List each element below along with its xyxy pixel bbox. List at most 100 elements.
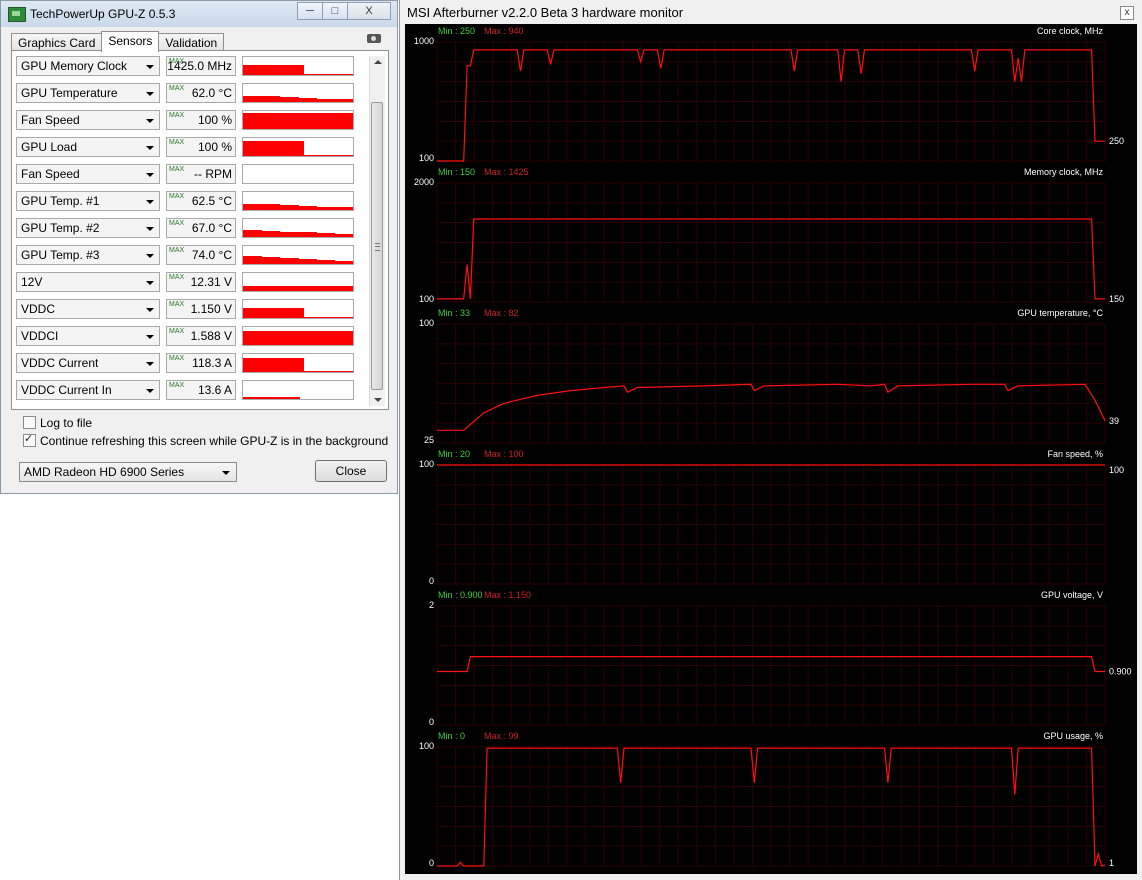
log-to-file-checkbox[interactable] bbox=[23, 416, 36, 429]
sensor-value[interactable]: MAX 74.0 °C bbox=[166, 245, 236, 265]
sensor-name-dropdown[interactable]: GPU Temperature bbox=[16, 83, 160, 103]
graph-fill bbox=[298, 259, 317, 264]
close-window-button[interactable]: X bbox=[347, 2, 391, 20]
graph-line bbox=[243, 74, 353, 75]
chevron-down-icon bbox=[146, 92, 154, 96]
sensor-value-text: 1.150 V bbox=[190, 302, 232, 316]
graph-fill bbox=[280, 205, 299, 210]
graph-fill bbox=[280, 258, 299, 264]
graph-fill bbox=[243, 286, 353, 291]
sensor-value-text: 74.0 °C bbox=[191, 248, 232, 262]
graph-title: GPU usage, % bbox=[1043, 731, 1103, 741]
scroll-down-icon[interactable] bbox=[374, 398, 382, 402]
sensor-value-text: 62.5 °C bbox=[191, 194, 232, 208]
graph-min-label: Min : 0.900 bbox=[438, 590, 483, 600]
chevron-down-icon bbox=[146, 389, 154, 393]
graph-title: Memory clock, MHz bbox=[1024, 167, 1104, 177]
continue-refresh-checkbox[interactable] bbox=[23, 432, 36, 447]
gpu-select-dropdown[interactable]: AMD Radeon HD 6900 Series bbox=[19, 462, 237, 482]
sensor-value[interactable]: MAX 1.588 V bbox=[166, 326, 236, 346]
sensor-value[interactable]: MAX 62.0 °C bbox=[166, 83, 236, 103]
graph-ymax-label: 1000 bbox=[414, 36, 434, 46]
graph-fill bbox=[243, 141, 304, 156]
graph-fill bbox=[261, 231, 280, 237]
sensor-name-dropdown[interactable]: GPU Load bbox=[16, 137, 160, 157]
sensor-name: GPU Temp. #2 bbox=[21, 221, 100, 235]
scrollbar-thumb[interactable] bbox=[371, 102, 383, 390]
sensor-graph bbox=[242, 164, 354, 184]
sensor-graph bbox=[242, 137, 354, 157]
graph-ymin-label: 0 bbox=[429, 858, 434, 868]
sensor-name: VDDC bbox=[21, 302, 56, 316]
graph-fill bbox=[335, 234, 353, 237]
chevron-down-icon bbox=[146, 227, 154, 231]
sensor-value-text: 100 % bbox=[197, 113, 232, 127]
sensor-name-dropdown[interactable]: GPU Temp. #2 bbox=[16, 218, 160, 238]
grip-icon bbox=[375, 243, 380, 251]
max-tag: MAX bbox=[169, 247, 185, 254]
sensor-graph bbox=[242, 191, 354, 211]
scroll-up-icon[interactable] bbox=[374, 60, 382, 64]
afterburner-close-icon[interactable]: x bbox=[1120, 6, 1134, 20]
afterburner-window-title: MSI Afterburner v2.2.0 Beta 3 hardware m… bbox=[407, 5, 684, 20]
sensor-value-text: 100 % bbox=[197, 140, 232, 154]
sensor-value[interactable]: MAX 1425.0 MHz bbox=[166, 56, 236, 76]
sensor-graph bbox=[242, 245, 354, 265]
camera-icon[interactable] bbox=[367, 34, 381, 43]
sensor-value[interactable]: MAX 118.3 A bbox=[166, 353, 236, 373]
graph-max-label: Max : 100 bbox=[484, 449, 524, 459]
sensor-name-dropdown[interactable]: Fan Speed bbox=[16, 164, 160, 184]
max-tag: MAX bbox=[169, 301, 185, 308]
gpuz-tabs: Graphics Card Sensors Validation bbox=[11, 31, 225, 52]
sensor-name-dropdown[interactable]: VDDC Current In bbox=[16, 380, 160, 400]
graph-fill bbox=[298, 232, 317, 237]
graph-min-label: Min : 250 bbox=[438, 26, 475, 36]
max-tag: MAX bbox=[169, 58, 185, 65]
sensor-name: GPU Temp. #3 bbox=[21, 248, 100, 262]
sensor-value[interactable]: MAX 62.5 °C bbox=[166, 191, 236, 211]
graph-ymax-label: 100 bbox=[419, 318, 434, 328]
sensor-name-dropdown[interactable]: VDDC Current bbox=[16, 353, 160, 373]
sensor-name-dropdown[interactable]: Fan Speed bbox=[16, 110, 160, 130]
graph-max-label: Max : 99 bbox=[484, 731, 519, 741]
sensor-graph bbox=[242, 326, 354, 346]
continue-refresh-option[interactable]: Continue refreshing this screen while GP… bbox=[23, 432, 389, 448]
sensor-name: VDDCI bbox=[21, 329, 59, 343]
graph-line bbox=[243, 317, 353, 318]
max-tag: MAX bbox=[169, 355, 185, 362]
sensor-value[interactable]: MAX 1.150 V bbox=[166, 299, 236, 319]
sensors-scrollbar[interactable] bbox=[369, 56, 385, 406]
graph-ymin-label: 100 bbox=[419, 294, 434, 304]
continue-refresh-label: Continue refreshing this screen while GP… bbox=[40, 434, 389, 448]
sensor-graph bbox=[242, 83, 354, 103]
sensor-name-dropdown[interactable]: GPU Temp. #3 bbox=[16, 245, 160, 265]
sensor-value[interactable]: MAX 12.31 V bbox=[166, 272, 236, 292]
sensor-name-dropdown[interactable]: VDDC bbox=[16, 299, 160, 319]
sensor-value[interactable]: MAX 13.6 A bbox=[166, 380, 236, 400]
sensor-value[interactable]: MAX -- RPM bbox=[166, 164, 236, 184]
close-button[interactable]: Close bbox=[315, 460, 387, 482]
sensor-value[interactable]: MAX 100 % bbox=[166, 110, 236, 130]
gpuz-titlebar[interactable]: TechPowerUp GPU-Z 0.5.3 ─ □ X bbox=[1, 1, 397, 27]
sensor-value[interactable]: MAX 100 % bbox=[166, 137, 236, 157]
gpuz-window-title: TechPowerUp GPU-Z 0.5.3 bbox=[30, 7, 176, 21]
chevron-down-icon bbox=[146, 65, 154, 69]
graph-fill bbox=[261, 257, 280, 264]
graph-title: GPU voltage, V bbox=[1041, 590, 1103, 600]
tab-sensors[interactable]: Sensors bbox=[101, 31, 160, 52]
graph-ymin-label: 0 bbox=[429, 576, 434, 586]
sensor-value-text: 118.3 A bbox=[192, 356, 232, 370]
sensor-name-dropdown[interactable]: GPU Memory Clock bbox=[16, 56, 160, 76]
minimize-button[interactable]: ─ bbox=[297, 2, 323, 20]
sensor-name-dropdown[interactable]: VDDCI bbox=[16, 326, 160, 346]
sensor-name-dropdown[interactable]: 12V bbox=[16, 272, 160, 292]
hardware-monitor-graphs[interactable]: Min : 250 Max : 940 Core clock, MHz1000100… bbox=[405, 24, 1137, 874]
maximize-button[interactable]: □ bbox=[322, 2, 348, 20]
sensor-name-dropdown[interactable]: GPU Temp. #1 bbox=[16, 191, 160, 211]
sensor-value-text: 13.6 A bbox=[197, 383, 232, 397]
log-to-file-label: Log to file bbox=[40, 416, 93, 430]
sensor-value[interactable]: MAX 67.0 °C bbox=[166, 218, 236, 238]
sensor-value-text: -- RPM bbox=[194, 167, 232, 181]
log-to-file-option[interactable]: Log to file bbox=[23, 416, 92, 430]
sensor-name: GPU Temperature bbox=[21, 86, 118, 100]
